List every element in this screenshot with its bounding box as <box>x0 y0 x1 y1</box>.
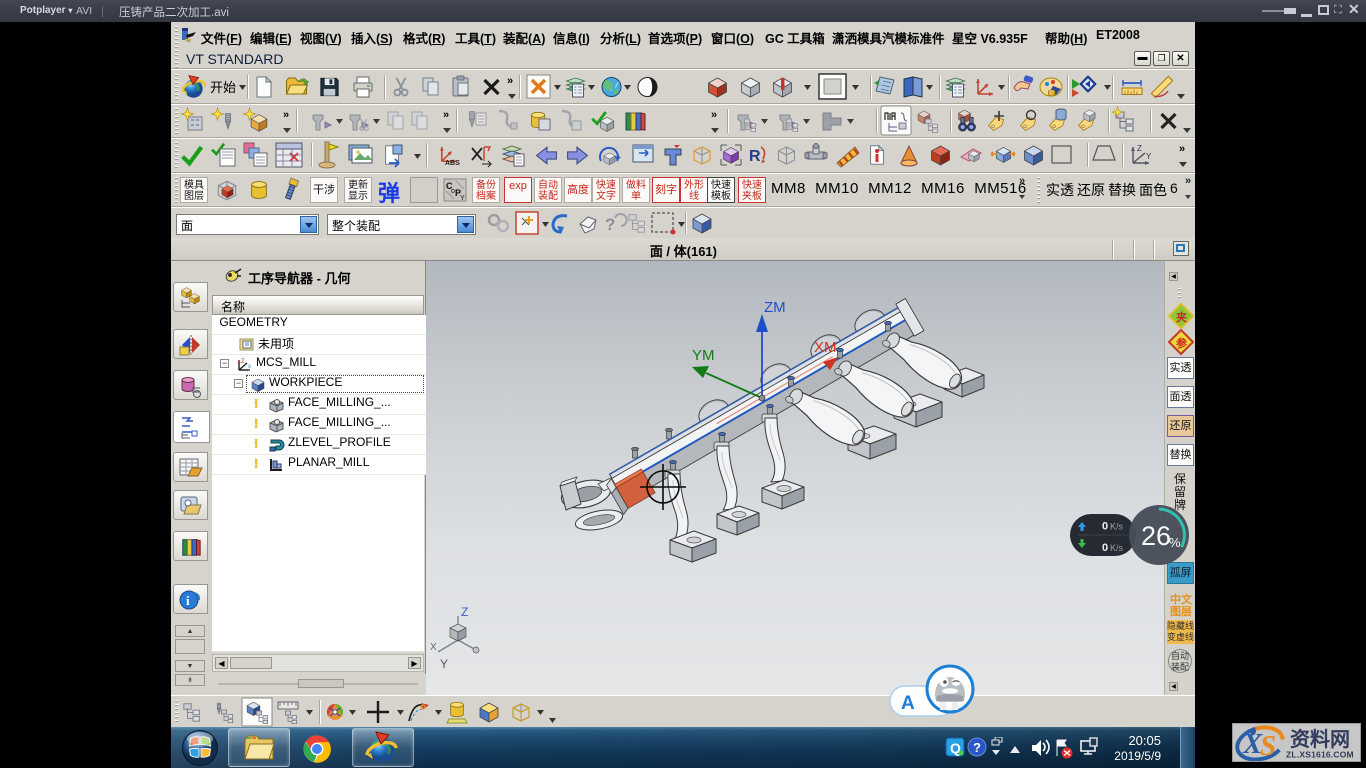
svg-text:A: A <box>901 693 915 714</box>
svg-text:ABS: ABS <box>445 160 460 167</box>
svg-text:»: » <box>283 109 289 121</box>
svg-text:ZM: ZM <box>764 299 786 316</box>
svg-text:Y: Y <box>1146 152 1152 161</box>
svg-text:»: » <box>443 109 449 121</box>
svg-text:开始: 开始 <box>210 80 236 95</box>
svg-text:?: ? <box>973 740 981 755</box>
svg-text:X: X <box>430 642 437 653</box>
svg-text:x: x <box>248 364 251 370</box>
svg-text:S: S <box>1260 730 1276 761</box>
svg-text:26: 26 <box>1141 521 1171 551</box>
svg-text:XM: XM <box>814 339 837 356</box>
svg-text:i: i <box>186 593 190 608</box>
svg-text:参: 参 <box>1176 336 1188 350</box>
svg-text:Y: Y <box>460 195 465 202</box>
svg-text:»: » <box>1179 143 1185 155</box>
svg-text:K/s: K/s <box>1110 543 1124 553</box>
svg-text:0: 0 <box>1102 521 1108 533</box>
svg-text:»: » <box>711 109 717 121</box>
svg-text:Y: Y <box>440 657 448 671</box>
svg-text:Z: Z <box>1137 144 1142 153</box>
svg-text:R: R <box>749 148 761 165</box>
svg-text:K/s: K/s <box>1110 522 1124 532</box>
svg-text:0: 0 <box>1102 542 1108 554</box>
svg-text:?: ? <box>605 215 615 234</box>
svg-text:»: » <box>507 75 513 87</box>
svg-text:夹: 夹 <box>1176 310 1187 324</box>
svg-text:%: % <box>1169 535 1181 550</box>
svg-text:Z: Z <box>241 359 245 365</box>
svg-text:ZL.XS1616.COM: ZL.XS1616.COM <box>1286 750 1354 760</box>
svg-text:YM: YM <box>692 347 715 364</box>
svg-text:资料网: 资料网 <box>1290 727 1350 751</box>
svg-text:Z: Z <box>461 605 468 619</box>
